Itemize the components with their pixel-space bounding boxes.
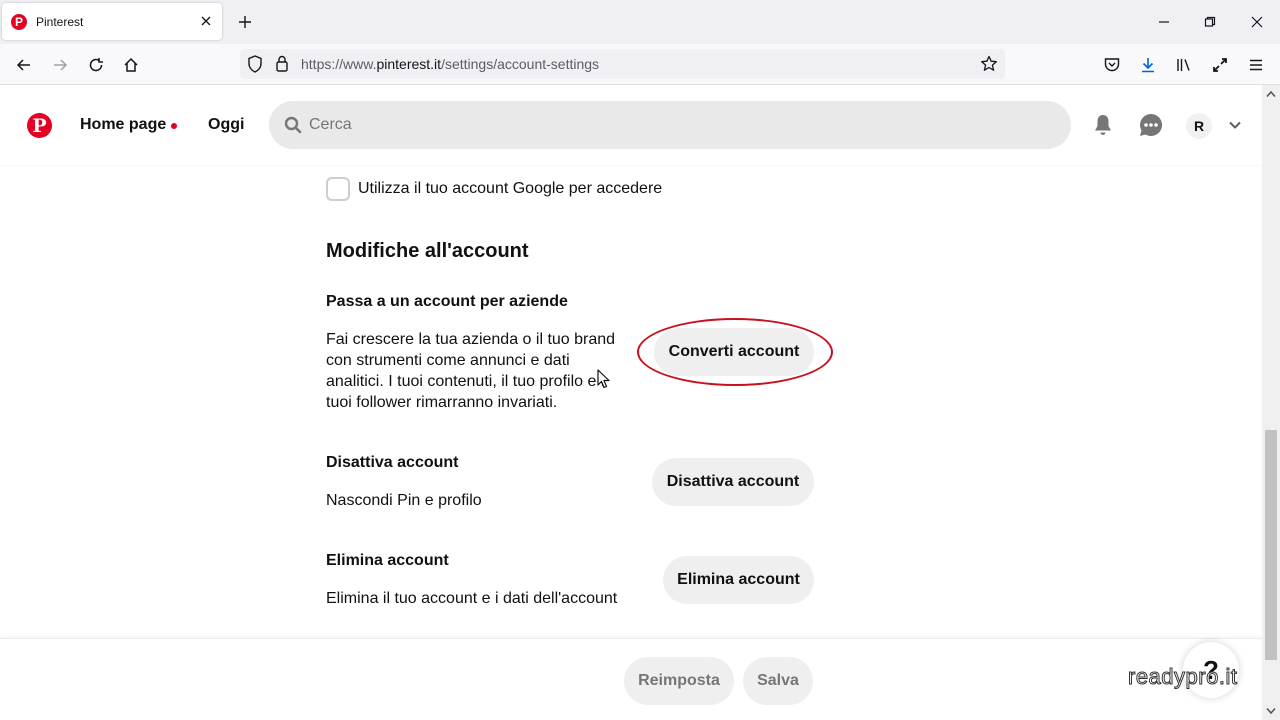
window-close-icon[interactable] bbox=[1247, 12, 1267, 32]
business-account-title: Passa a un account per aziende bbox=[326, 293, 568, 310]
forward-icon[interactable] bbox=[49, 54, 71, 76]
scroll-up-icon[interactable] bbox=[1265, 88, 1277, 100]
convert-account-button[interactable]: Converti account bbox=[654, 328, 814, 376]
deactivate-account-title: Disattiva account bbox=[326, 454, 459, 471]
notification-dot bbox=[171, 123, 177, 129]
pocket-icon[interactable] bbox=[1101, 54, 1123, 76]
browser-tab[interactable]: P Pinterest bbox=[2, 3, 222, 40]
business-account-desc: Fai crescere la tua azienda o il tuo bra… bbox=[326, 331, 616, 411]
avatar[interactable]: R bbox=[1186, 113, 1212, 139]
browser-nav-bar: https://www.pinterest.it/settings/accoun… bbox=[0, 44, 1280, 85]
tab-title: Pinterest bbox=[36, 14, 84, 29]
search-icon bbox=[284, 116, 302, 139]
search-input[interactable] bbox=[309, 113, 1009, 137]
minimize-icon[interactable] bbox=[1154, 12, 1174, 32]
nav-home-page[interactable]: Home page bbox=[80, 116, 166, 134]
shield-icon[interactable] bbox=[246, 54, 264, 79]
deactivate-account-button[interactable]: Disattiva account bbox=[652, 458, 814, 506]
search-bar[interactable] bbox=[269, 101, 1071, 149]
browser-tab-bar: P Pinterest bbox=[0, 0, 1280, 44]
new-tab-icon[interactable] bbox=[235, 12, 255, 32]
settings-footer: Reimposta Salva bbox=[0, 638, 1262, 720]
mouse-cursor-icon bbox=[597, 369, 611, 394]
bookmark-star-icon[interactable] bbox=[979, 54, 999, 79]
scrollbar-thumb[interactable] bbox=[1265, 430, 1277, 660]
delete-account-button[interactable]: Elimina account bbox=[663, 556, 814, 604]
messages-icon[interactable] bbox=[1137, 111, 1165, 139]
pinterest-logo-icon[interactable]: P bbox=[27, 113, 52, 138]
downloads-icon[interactable] bbox=[1137, 54, 1159, 76]
delete-account-title: Elimina account bbox=[326, 552, 449, 569]
notifications-bell-icon[interactable] bbox=[1089, 111, 1117, 139]
save-button[interactable]: Salva bbox=[743, 657, 813, 705]
chevron-down-icon[interactable] bbox=[1221, 111, 1249, 139]
url-text[interactable]: https://www.pinterest.it/settings/accoun… bbox=[301, 56, 599, 72]
back-icon[interactable] bbox=[13, 54, 35, 76]
deactivate-account-desc: Nascondi Pin e profilo bbox=[326, 492, 482, 509]
section-title: Modifiche all'account bbox=[326, 240, 529, 262]
scroll-down-icon[interactable] bbox=[1265, 705, 1277, 717]
menu-icon[interactable] bbox=[1245, 54, 1267, 76]
pinterest-header: P Home page Oggi R bbox=[0, 85, 1262, 165]
pinterest-favicon-icon: P bbox=[11, 13, 27, 30]
google-login-label: Utilizza il tuo account Google per acced… bbox=[358, 180, 663, 197]
extensions-icon[interactable] bbox=[1209, 54, 1231, 76]
home-icon[interactable] bbox=[120, 54, 142, 76]
delete-account-desc: Elimina il tuo account e i dati dell'acc… bbox=[326, 590, 618, 607]
reset-button[interactable]: Reimposta bbox=[624, 657, 734, 705]
restore-icon[interactable] bbox=[1200, 12, 1220, 32]
library-icon[interactable] bbox=[1173, 54, 1195, 76]
reload-icon[interactable] bbox=[85, 54, 107, 76]
watermark: readypro.it bbox=[1127, 664, 1238, 690]
url-bar[interactable]: https://www.pinterest.it/settings/accoun… bbox=[240, 49, 1005, 79]
nav-today[interactable]: Oggi bbox=[208, 116, 244, 134]
tab-close-icon[interactable] bbox=[198, 13, 214, 29]
lock-icon[interactable] bbox=[274, 54, 290, 79]
google-login-checkbox[interactable] bbox=[326, 177, 350, 201]
